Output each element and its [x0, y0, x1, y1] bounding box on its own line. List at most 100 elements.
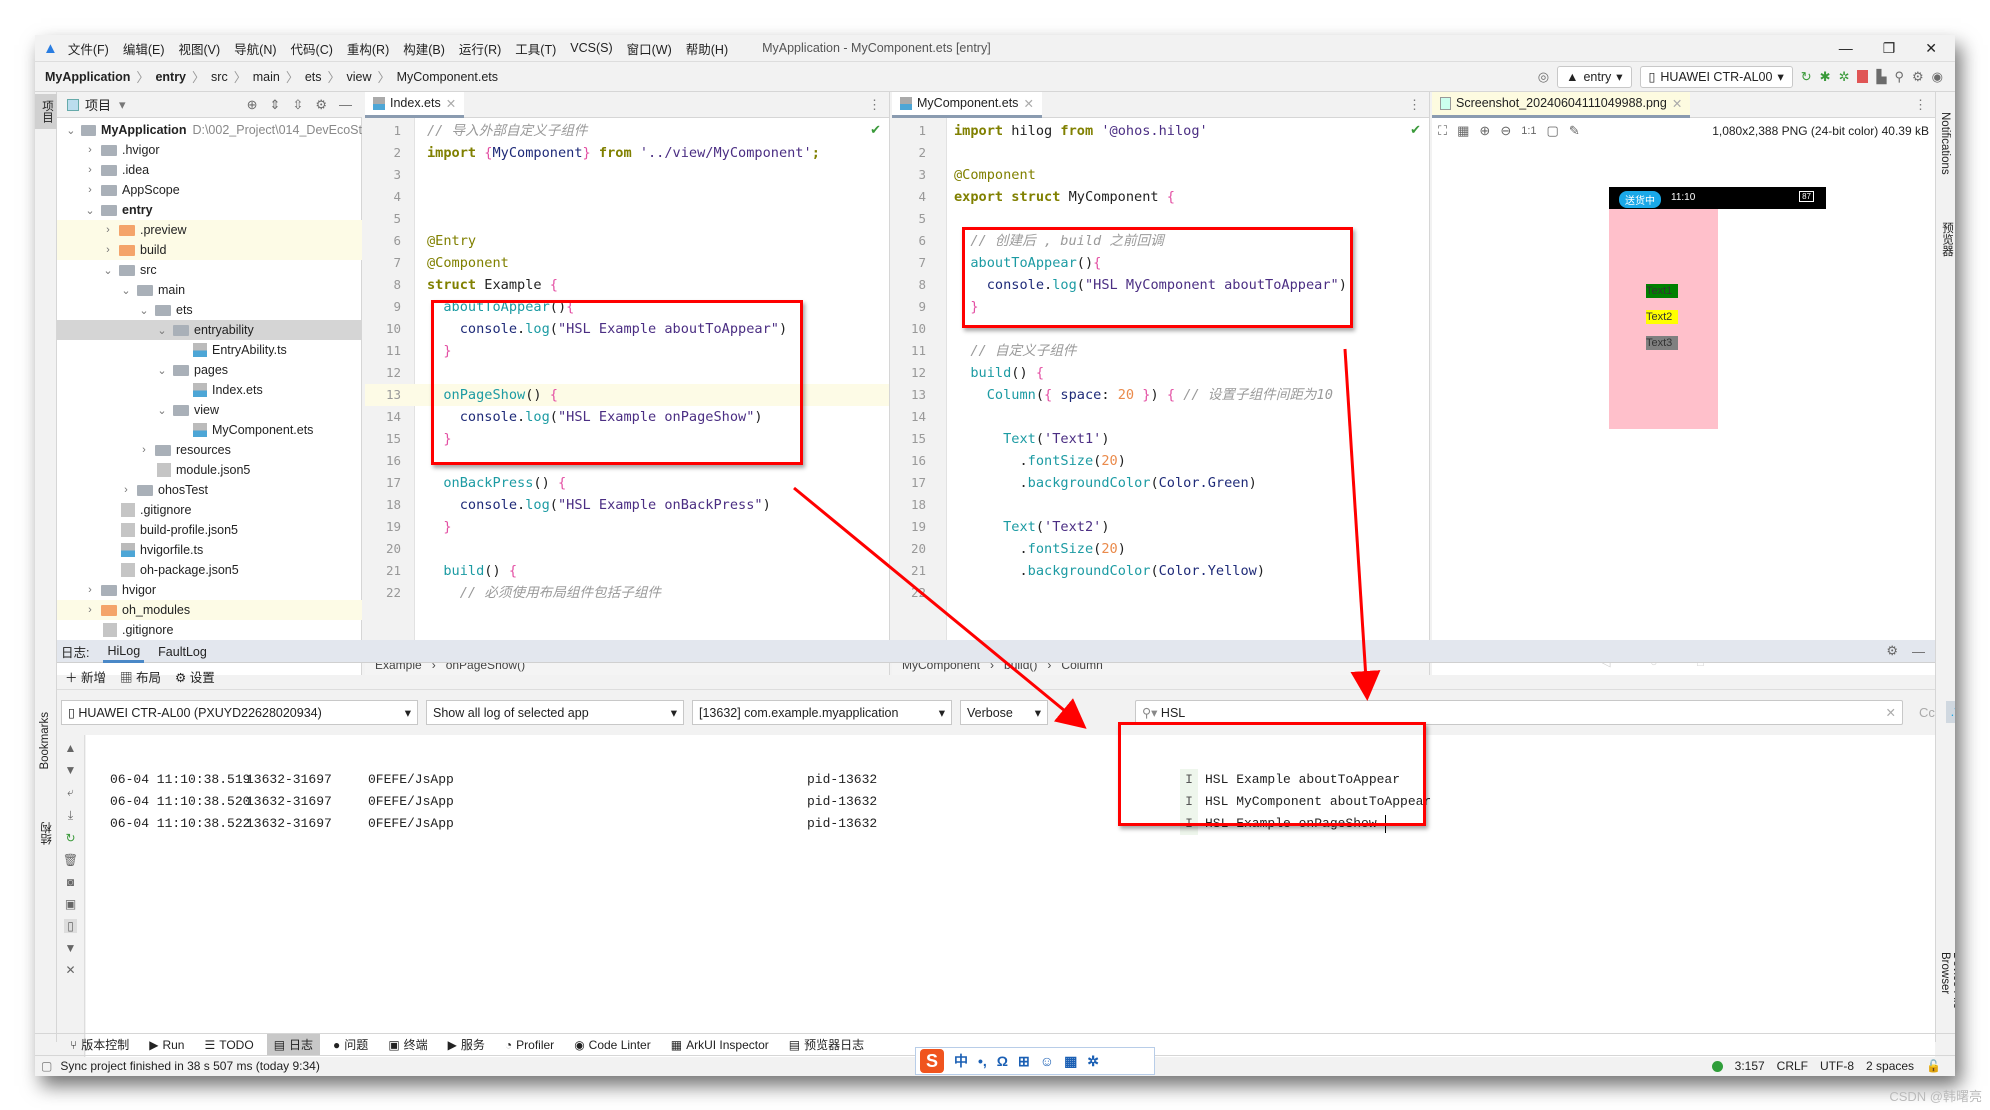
maximize-button[interactable]: ❐: [1883, 40, 1896, 57]
bottom-tool-4[interactable]: ▤ 日志: [266, 1033, 321, 1056]
gear-icon[interactable]: ⚙: [1912, 69, 1924, 85]
bottom-tool-3[interactable]: ☰ TODO: [197, 1034, 260, 1056]
bottom-tool-7[interactable]: ▶ 服务: [441, 1034, 492, 1056]
bottom-tool-8[interactable]: ◔ Profiler: [498, 1034, 561, 1056]
tree-item[interactable]: › hvigor: [57, 580, 362, 600]
regex-toggle[interactable]: .*: [1946, 701, 1955, 723]
tree-item[interactable]: › AppScope: [57, 180, 362, 200]
device-file-browser-tool-button[interactable]: Device File Browser: [1939, 952, 1955, 1042]
close-tab-icon[interactable]: ✕: [446, 96, 456, 111]
tree-item[interactable]: ⌄ main: [57, 280, 362, 300]
hide-icon[interactable]: —: [339, 97, 352, 112]
project-structure-icon[interactable]: ▙: [1876, 69, 1886, 85]
tab-index-ets[interactable]: Index.ets ✕: [365, 91, 465, 118]
ime-button[interactable]: 中: [954, 1051, 968, 1071]
menu-item[interactable]: 工具(T): [515, 39, 556, 58]
stop-icon[interactable]: [1857, 70, 1869, 83]
tree-item[interactable]: › .preview: [57, 220, 362, 240]
tab-screenshot[interactable]: Screenshot_20240604111049988.png ✕: [1432, 91, 1691, 118]
actual-size-button[interactable]: 1:1: [1521, 125, 1536, 137]
ime-button[interactable]: •,: [978, 1053, 987, 1069]
code-area[interactable]: ✔ MyComponent › build() › Column 1 import hil…: [892, 118, 1429, 675]
bottom-tool-1[interactable]: ⑂ 版本控制: [63, 1034, 136, 1056]
zoom-in-icon[interactable]: ⊕: [1479, 123, 1490, 139]
menu-item[interactable]: 视图(V): [179, 39, 221, 58]
tree-item[interactable]: ⌄ MyApplication D:\002_Project\014_DevEcoS…: [57, 120, 362, 140]
chevron-down-icon[interactable]: ▾: [119, 97, 126, 113]
bookmarks-tool-button[interactable]: Bookmarks: [39, 712, 51, 770]
tree-item[interactable]: › .idea: [57, 160, 362, 180]
scroll-down-icon[interactable]: ▼: [65, 763, 77, 777]
device-icon[interactable]: ▯: [64, 919, 77, 933]
chevron-right-icon[interactable]: ›: [83, 604, 97, 616]
tree-item[interactable]: ⌄ src: [57, 260, 362, 280]
ime-button[interactable]: ☺: [1040, 1053, 1054, 1069]
breadcrumb-item[interactable]: src: [211, 70, 228, 84]
more-icon[interactable]: ⋮: [1914, 97, 1927, 113]
chevron-down-icon[interactable]: ⌄: [119, 284, 133, 297]
tab-mycomponent-ets[interactable]: MyComponent.ets ✕: [892, 91, 1042, 118]
gear-icon[interactable]: ⚙: [1886, 643, 1898, 659]
level-filter-select[interactable]: Verbose ▾: [960, 700, 1048, 725]
tab-hilog[interactable]: HiLog: [103, 640, 145, 663]
status-toggle-icon[interactable]: ▢: [41, 1059, 52, 1073]
chevron-down-icon[interactable]: ⌄: [155, 404, 169, 417]
trash-icon[interactable]: 🗑: [63, 853, 78, 867]
attach-debugger-icon[interactable]: ✲: [1839, 69, 1850, 85]
more-icon[interactable]: ⋮: [868, 97, 881, 113]
previewer-tool-button[interactable]: 预览器: [1939, 222, 1955, 257]
scroll-up-icon[interactable]: ▲: [65, 741, 77, 755]
hide-icon[interactable]: —: [1912, 644, 1925, 659]
tab-faultlog[interactable]: FaultLog: [158, 645, 207, 659]
more-icon[interactable]: ⋮: [1408, 97, 1421, 113]
menu-item[interactable]: 编辑(E): [123, 39, 165, 58]
menu-item[interactable]: 代码(C): [291, 39, 333, 58]
close-button[interactable]: ✕: [1925, 40, 1937, 57]
target-icon[interactable]: ◎: [1538, 69, 1549, 85]
ime-button[interactable]: ▦: [1064, 1053, 1077, 1070]
ime-button[interactable]: ⊞: [1018, 1053, 1030, 1070]
bottom-tool-9[interactable]: ◉ Code Linter: [567, 1034, 658, 1056]
menu-item[interactable]: 窗口(W): [627, 39, 672, 58]
chevron-right-icon[interactable]: ›: [119, 484, 133, 496]
collapse-all-icon[interactable]: ⇳: [292, 97, 303, 113]
tree-item[interactable]: oh-package.json5: [57, 560, 362, 580]
file-encoding[interactable]: UTF-8: [1820, 1059, 1854, 1073]
tree-item[interactable]: › oh_modules: [57, 600, 362, 620]
chevron-right-icon[interactable]: ›: [83, 184, 97, 196]
add-button[interactable]: ＋ 新增: [65, 667, 106, 686]
chevron-down-icon[interactable]: ⌄: [64, 124, 77, 137]
log-output[interactable]: 06-04 11:10:38.519 13632-31697 0FEFE/JsApp…: [86, 735, 1935, 1057]
menu-item[interactable]: 导航(N): [234, 39, 276, 58]
save-icon[interactable]: ▣: [65, 897, 76, 911]
tree-item[interactable]: .gitignore: [57, 620, 362, 640]
debug-icon[interactable]: ✱: [1820, 69, 1831, 85]
run-config-select[interactable]: ▲ entry ▾: [1557, 65, 1632, 88]
breadcrumb-item[interactable]: entry: [155, 70, 186, 84]
breadcrumb-item[interactable]: MyApplication: [45, 70, 130, 84]
background-icon[interactable]: ▢: [1547, 123, 1559, 139]
ime-button[interactable]: Ω: [997, 1053, 1008, 1069]
chevron-down-icon[interactable]: ⌄: [137, 304, 151, 317]
gear-icon[interactable]: ⚙: [315, 97, 327, 113]
chevron-right-icon[interactable]: ›: [83, 144, 97, 156]
bottom-tool-10[interactable]: ▦ ArkUI Inspector: [664, 1034, 776, 1056]
settings-button[interactable]: ⚙ 设置: [175, 667, 215, 686]
chevron-down-icon[interactable]: ⌄: [155, 324, 169, 337]
chevron-down-icon[interactable]: ⌄: [155, 364, 169, 377]
ime-button[interactable]: ✲: [1087, 1053, 1099, 1070]
match-case-toggle[interactable]: Cc: [1919, 705, 1935, 720]
close-tab-icon[interactable]: ✕: [1672, 96, 1682, 111]
color-picker-icon[interactable]: ✎: [1569, 123, 1580, 139]
caret-position[interactable]: 3:157: [1735, 1059, 1765, 1073]
tree-item[interactable]: › build: [57, 240, 362, 260]
project-tool-button[interactable]: 项目: [35, 94, 59, 129]
bottom-tool-2[interactable]: ▶ Run: [142, 1034, 191, 1056]
tree-item[interactable]: hvigorfile.ts: [57, 540, 362, 560]
lock-icon[interactable]: 🔓: [1926, 1059, 1941, 1073]
code-area[interactable]: ✔ Example › onPageShow() 1// 导入外部自定义子组件 2 im…: [365, 118, 889, 675]
log-search-input[interactable]: ⚲▾ HSL ✕: [1135, 700, 1903, 725]
tree-item[interactable]: › ohosTest: [57, 480, 362, 500]
tree-item[interactable]: › .hvigor: [57, 140, 362, 160]
close-tab-icon[interactable]: ✕: [1023, 96, 1033, 111]
